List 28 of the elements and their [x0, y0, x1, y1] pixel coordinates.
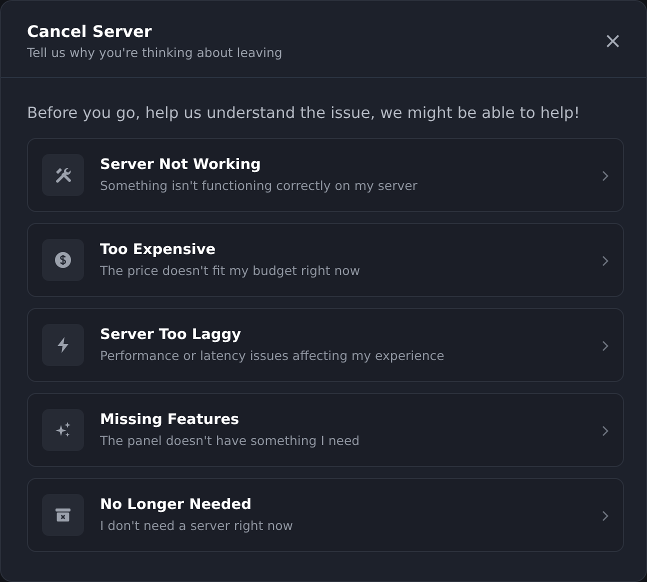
dialog-title: Cancel Server — [27, 21, 153, 43]
close-button[interactable]: × — [600, 30, 626, 52]
dollar-coin-icon — [54, 251, 72, 269]
reason-description: Something isn't functioning correctly on my server — [100, 177, 418, 195]
reason-option[interactable]: No Longer Needed I don't need a server right now — [27, 478, 624, 552]
chevron-right-icon — [601, 340, 609, 352]
chevron-right-icon — [601, 254, 609, 267]
reason-option[interactable]: Server Not Working Something isn't functioning correctly on my server — [27, 138, 624, 212]
reason-option[interactable]: Too Expensive The price doesn't fit my budget right now — [27, 223, 624, 297]
chevron-right-icon — [601, 424, 609, 437]
reason-description: The panel doesn't have something I need — [100, 432, 360, 450]
reason-title: Missing Features — [100, 411, 240, 430]
reason-option[interactable]: Server Too Laggy Performance or latency issues affecting my experience — [27, 308, 624, 382]
wrench-screwdriver-icon — [54, 166, 72, 184]
reason-title: Server Not Working — [100, 156, 262, 175]
reason-description: Performance or latency issues affecting my experience — [100, 347, 444, 365]
reason-option[interactable]: Missing Features The panel doesn't have something I need — [27, 393, 624, 467]
dialog-subtitle: Tell us why you're thinking about leaving — [27, 44, 284, 62]
reason-description: I don't need a server right now — [100, 517, 293, 535]
chevron-right-icon — [601, 510, 609, 522]
reason-title: No Longer Needed — [100, 496, 252, 515]
intro-text: Before you go, help us understand the issue, we might be able to help! — [27, 103, 581, 124]
reason-title: Server Too Laggy — [100, 326, 242, 345]
chevron-right-icon — [601, 170, 609, 182]
sparkles-icon — [54, 421, 72, 439]
reason-title: Too Expensive — [100, 241, 217, 260]
reason-description: The price doesn't fit my budget right now — [100, 262, 360, 280]
archive-box-icon — [54, 506, 72, 524]
